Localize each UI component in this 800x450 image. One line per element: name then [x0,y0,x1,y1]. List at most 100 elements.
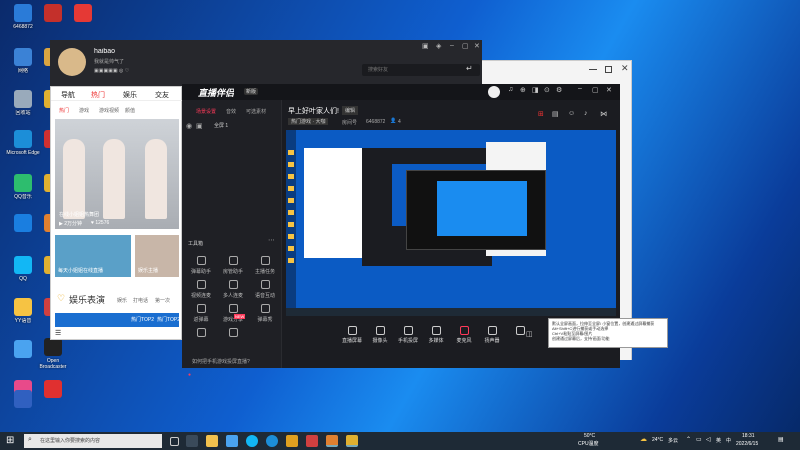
subnav-1[interactable]: 游戏 [79,107,89,114]
control-button[interactable]: 手机投屏 [394,326,422,344]
record-icon[interactable]: ⊙ [544,86,550,94]
desktop-icon[interactable] [14,214,32,232]
lock-icon[interactable]: ▣ [196,122,203,130]
desktop-icon[interactable] [14,298,32,316]
network-icon[interactable]: ▭ [696,436,702,443]
desktop-icon[interactable] [14,340,32,358]
person-icon[interactable]: ☺ [568,110,575,117]
desktop-icon[interactable] [14,4,32,22]
tool-button[interactable] [218,326,248,358]
control-button[interactable]: 扬声器 [478,326,506,344]
tool-icon [196,256,206,265]
tool-button[interactable]: 弹幕秀 [250,302,280,334]
qq-icon[interactable] [246,435,258,447]
maximize-icon[interactable]: ▢ [462,42,469,50]
control-button[interactable]: 多媒体 [422,326,450,344]
notification-icon[interactable]: ▤ [778,436,784,443]
eye-icon[interactable]: ◉ [186,122,192,130]
help-link[interactable]: 如何把手机游戏投屏直播? [192,358,250,365]
nav-tab-1[interactable]: 热门 [91,90,105,100]
avatar[interactable] [58,48,86,76]
user-avatar[interactable] [488,86,500,98]
message-icon[interactable]: ▤ [552,110,559,118]
settings-small-icon[interactable]: ◫ [526,330,533,338]
subnav-2[interactable]: 游戏视频 [99,107,119,114]
nav-tab-3[interactable]: 交友 [155,90,169,100]
tab-assets[interactable]: 可选素材 [246,108,266,115]
clock-time[interactable]: 18:31 [742,433,755,439]
scene-item[interactable]: 全屏 1 [214,122,228,129]
room-id: 6468872 [366,119,386,125]
edit-button[interactable]: 编辑 [342,106,359,115]
ime-indicator[interactable]: 中 [726,437,731,444]
skin-icon[interactable]: ▣ [422,42,429,50]
gift-icon[interactable]: ⊕ [520,86,526,94]
close-icon[interactable]: ✕ [606,86,612,94]
app-icon[interactable] [306,435,318,447]
desktop-icon[interactable] [14,256,32,274]
section-link[interactable]: 打电话 [133,297,148,304]
live-companion-taskbar-icon[interactable] [326,435,338,447]
task-view-icon[interactable] [170,437,179,446]
desktop-icon[interactable] [14,48,32,66]
desktop-icon[interactable] [14,174,32,192]
minimize-icon[interactable] [589,69,597,70]
nav-tab-2[interactable]: 娱乐 [123,90,137,100]
version-badge[interactable]: 新版 [244,88,259,95]
section-link[interactable]: 娱乐 [117,297,127,304]
connect-icon[interactable]: ⋈ [600,110,607,118]
subnav-0[interactable]: 热门 [59,107,69,114]
search-input[interactable]: 搜索好友 ↵ [362,64,480,76]
clock-date[interactable]: 2022/6/15 [736,441,758,447]
desktop-icon[interactable] [14,90,32,108]
category-tag[interactable]: 热门游戏 · 大咖 [288,118,329,125]
control-button[interactable]: 直播屏幕 [338,326,366,344]
nav-tab-0[interactable]: 导航 [61,90,75,100]
tab-audio[interactable]: 音效 [226,108,236,115]
chevron-up-icon[interactable]: ⌃ [686,436,691,443]
enter-icon[interactable]: ↵ [466,64,473,73]
desktop-icon[interactable] [44,4,62,22]
tab-scene[interactable]: 场景设置 [196,108,216,115]
start-icon[interactable]: ⊞ [6,435,14,446]
desktop-icon[interactable] [14,390,32,408]
edge-icon[interactable] [266,435,278,447]
desktop-icon[interactable] [44,338,62,356]
subnav-3[interactable]: 颜值 [125,107,135,114]
maximize-icon[interactable]: ▢ [592,86,599,94]
desktop-icon[interactable] [74,4,92,22]
desktop-icon[interactable] [14,130,32,148]
search-box[interactable]: ⌕ 在这里输入你要搜索的内容 [24,434,162,448]
gear-icon[interactable]: ⚙ [556,86,562,94]
tool-button[interactable] [186,326,216,358]
section-link[interactable]: 第一次 [155,297,170,304]
headset-icon[interactable]: ♫ [508,86,513,93]
app-icon[interactable] [346,435,358,447]
shirt-icon[interactable]: ◨ [532,86,539,94]
close-icon[interactable]: ✕ [474,42,480,50]
control-button[interactable]: 摄像头 [366,326,394,344]
volume-icon[interactable]: ◁ [706,436,711,443]
control-button[interactable]: 麦克风 [450,326,478,344]
app-icon[interactable] [286,435,298,447]
featured-card[interactable]: 在线小姐姐热舞团 ▶ 2万分钟 ♥ 12576 [55,119,179,229]
close-icon[interactable]: ✕ [621,63,629,74]
store-icon[interactable] [226,435,238,447]
bell-icon[interactable]: ♪ [584,110,588,117]
stream-card[interactable]: 娱乐主播 [135,235,179,277]
stream-preview[interactable] [286,130,616,316]
pin-icon[interactable]: ◈ [436,42,441,50]
stream-card[interactable]: 每天小姐姐在线直播 [55,235,131,277]
app-logo: 直播伴侣 [198,88,235,98]
minimize-icon[interactable]: – [450,42,454,49]
more-icon[interactable]: ⋯ [268,236,275,244]
menu-icon[interactable]: ☰ [55,329,61,337]
language-indicator[interactable]: 英 [716,437,721,444]
share-icon[interactable]: ⊞ [538,110,544,118]
maximize-icon[interactable] [605,66,612,73]
file-explorer-icon[interactable] [206,435,218,447]
desktop-icon[interactable] [44,380,62,398]
minimize-icon[interactable]: – [578,85,582,92]
weather-icon[interactable]: ☁ [640,435,647,443]
widgets-icon[interactable] [186,435,198,447]
